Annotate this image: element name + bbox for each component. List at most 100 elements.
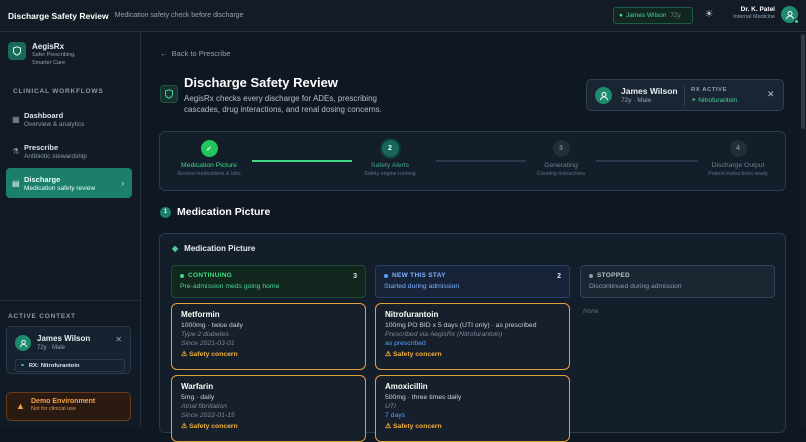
step-connector bbox=[436, 160, 526, 162]
sidebar-item-label: Dashboard bbox=[24, 110, 64, 120]
sidebar: AegisRx Safer Prescribing, Smarter Care … bbox=[0, 32, 141, 428]
user-role: Internal Medicine bbox=[733, 14, 775, 20]
context-patient-name: James Wilson bbox=[37, 334, 91, 343]
med-since: Since 2021-03-01 bbox=[181, 340, 235, 347]
status-dot bbox=[589, 273, 593, 278]
safety-concern: ⚠ Safety concern bbox=[385, 422, 560, 430]
step-number: 2 bbox=[381, 140, 399, 157]
safety-concern-text: Safety concern bbox=[188, 351, 238, 358]
sidebar-item-label: Prescribe bbox=[24, 142, 59, 152]
safety-concern-text: Safety concern bbox=[392, 351, 442, 358]
link-icon: ⚭ bbox=[20, 362, 25, 369]
medication-card-metformin[interactable]: Metformin 1000mg · twice daily Type 2 di… bbox=[171, 303, 366, 370]
context-rx-label: RX: bbox=[28, 362, 39, 369]
medication-card-nitrofurantoin[interactable]: Nitrofurantoin 100mg PO BID x 5 days (UT… bbox=[375, 303, 570, 370]
column-header: NEW THIS STAY Started during admission 2 bbox=[375, 265, 570, 298]
sidebar-item-sub: Medication safety review bbox=[24, 184, 96, 192]
check-icon: ✓ bbox=[200, 140, 218, 157]
shield-icon bbox=[160, 85, 178, 103]
step-generating[interactable]: 3 Generating Creating instructions bbox=[516, 140, 606, 177]
flask-icon: ⚗ bbox=[12, 146, 20, 156]
sidebar-item-discharge[interactable]: ▤ Discharge Medication safety review › bbox=[6, 168, 132, 198]
close-icon[interactable]: ✕ bbox=[115, 335, 122, 344]
step-sub: Creating instructions bbox=[536, 171, 586, 177]
user-icon bbox=[785, 10, 794, 19]
med-duration: as prescribed bbox=[385, 340, 426, 347]
step-label: Medication Picture bbox=[181, 162, 237, 169]
close-icon[interactable]: ✕ bbox=[767, 89, 775, 100]
column-stopped: STOPPED Discontinued during admission No… bbox=[580, 265, 775, 315]
patient-name: James Wilson bbox=[621, 86, 678, 96]
demo-title: Demo Environment bbox=[31, 398, 96, 405]
brand-tagline: Safer Prescribing, bbox=[32, 52, 76, 58]
step-connector bbox=[596, 160, 698, 162]
sun-icon[interactable]: ☀ bbox=[703, 9, 715, 21]
section-label-workflows: CLINICAL WORKFLOWS bbox=[13, 88, 104, 95]
column-new-this-stay: NEW THIS STAY Started during admission 2… bbox=[375, 265, 570, 442]
patient-chip[interactable]: ● James Wilson 72y bbox=[613, 7, 693, 24]
column-sub: Discontinued during admission bbox=[589, 283, 682, 290]
warning-icon: ⚠ bbox=[181, 351, 189, 358]
med-name: Nitrofurantoin bbox=[385, 310, 439, 319]
med-name: Amoxicillin bbox=[385, 382, 428, 391]
section-label-context: ACTIVE CONTEXT bbox=[8, 313, 76, 320]
column-title-text: CONTINUING bbox=[188, 272, 233, 279]
demo-sub: Not for clinical use bbox=[31, 406, 76, 412]
patient-card: James Wilson 72y · Male RX ACTIVE ⚭ Nitr… bbox=[586, 79, 784, 111]
med-indication: Type 2 diabetes bbox=[181, 331, 229, 338]
step-sub: Safety engine running bbox=[364, 171, 416, 177]
main-content: ← Back to Prescribe Discharge Safety Rev… bbox=[142, 32, 806, 442]
safety-concern: ⚠ Safety concern bbox=[385, 350, 560, 358]
brand-name: AegisRx bbox=[32, 42, 65, 51]
user-name: Dr. K. Patel bbox=[740, 6, 775, 13]
avatar[interactable] bbox=[781, 6, 799, 24]
column-title-text: NEW THIS STAY bbox=[392, 272, 446, 279]
sidebar-item-dashboard[interactable]: ▦ Dashboard Overview & analytics bbox=[6, 104, 132, 134]
context-rx-badge: ⚭ RX: Nitrofurantoin bbox=[15, 359, 125, 372]
clipboard-icon: ▤ bbox=[12, 178, 20, 188]
status-dot bbox=[180, 273, 184, 278]
user-icon bbox=[15, 335, 31, 351]
panel-title: Medication Picture bbox=[184, 244, 256, 253]
progress-stepper: ✓ Medication Picture Review medications … bbox=[159, 131, 786, 191]
column-count: 3 bbox=[353, 273, 357, 280]
context-patient-age: 72y · Male bbox=[37, 345, 66, 351]
section-number: 1 bbox=[160, 206, 171, 218]
column-title: STOPPED bbox=[589, 272, 766, 279]
app-title: Discharge Safety Review bbox=[8, 10, 109, 21]
med-name: Metformin bbox=[181, 310, 220, 319]
warning-icon: ⚠ bbox=[385, 423, 393, 430]
user-icon: ● bbox=[619, 12, 623, 19]
shield-icon bbox=[8, 42, 26, 60]
column-sub: Pre-admission meds going home bbox=[180, 283, 280, 290]
sidebar-item-prescribe[interactable]: ⚗ Prescribe Antibiotic stewardship bbox=[6, 136, 132, 166]
app-subtitle: Medication safety check before discharge bbox=[114, 12, 244, 19]
patient-age: 72y · Male bbox=[621, 97, 652, 104]
patient-chip-age: 72y bbox=[670, 12, 681, 19]
scrollbar-thumb[interactable] bbox=[801, 34, 805, 129]
step-discharge-output[interactable]: 4 Discharge Output Patient instructions … bbox=[693, 140, 783, 177]
page-title: Discharge Safety Review bbox=[184, 75, 338, 90]
step-number: 4 bbox=[729, 140, 747, 157]
rx-value-text: Nitrofurantoin bbox=[698, 97, 738, 104]
divider bbox=[0, 300, 140, 301]
sidebar-item-label: Discharge bbox=[24, 174, 61, 184]
step-sub: Review medications & labs bbox=[177, 171, 241, 177]
online-indicator bbox=[794, 19, 799, 24]
med-indication: Atrial fibrillation bbox=[181, 403, 228, 410]
safety-concern-text: Safety concern bbox=[392, 423, 442, 430]
chevron-right-icon: › bbox=[121, 178, 124, 188]
step-label: Safety Alerts bbox=[370, 162, 410, 169]
step-medication-picture[interactable]: ✓ Medication Picture Review medications … bbox=[164, 140, 254, 177]
safety-concern-text: Safety concern bbox=[188, 423, 238, 430]
brand[interactable]: AegisRx Safer Prescribing, Smarter Care bbox=[8, 42, 76, 67]
medication-card-amoxicillin[interactable]: Amoxicillin 500mg · three times daily UT… bbox=[375, 375, 570, 442]
step-label: Generating bbox=[544, 162, 578, 169]
arrow-left-icon: ← bbox=[160, 49, 168, 58]
back-link[interactable]: ← Back to Prescribe bbox=[160, 49, 230, 58]
medication-card-warfarin[interactable]: Warfarin 5mg · daily Atrial fibrillation… bbox=[171, 375, 366, 442]
scrollbar[interactable] bbox=[800, 32, 806, 428]
column-title: NEW THIS STAY bbox=[384, 272, 561, 279]
column-header: STOPPED Discontinued during admission bbox=[580, 265, 775, 298]
step-safety-alerts[interactable]: 2 Safety Alerts Safety engine running bbox=[345, 140, 435, 177]
